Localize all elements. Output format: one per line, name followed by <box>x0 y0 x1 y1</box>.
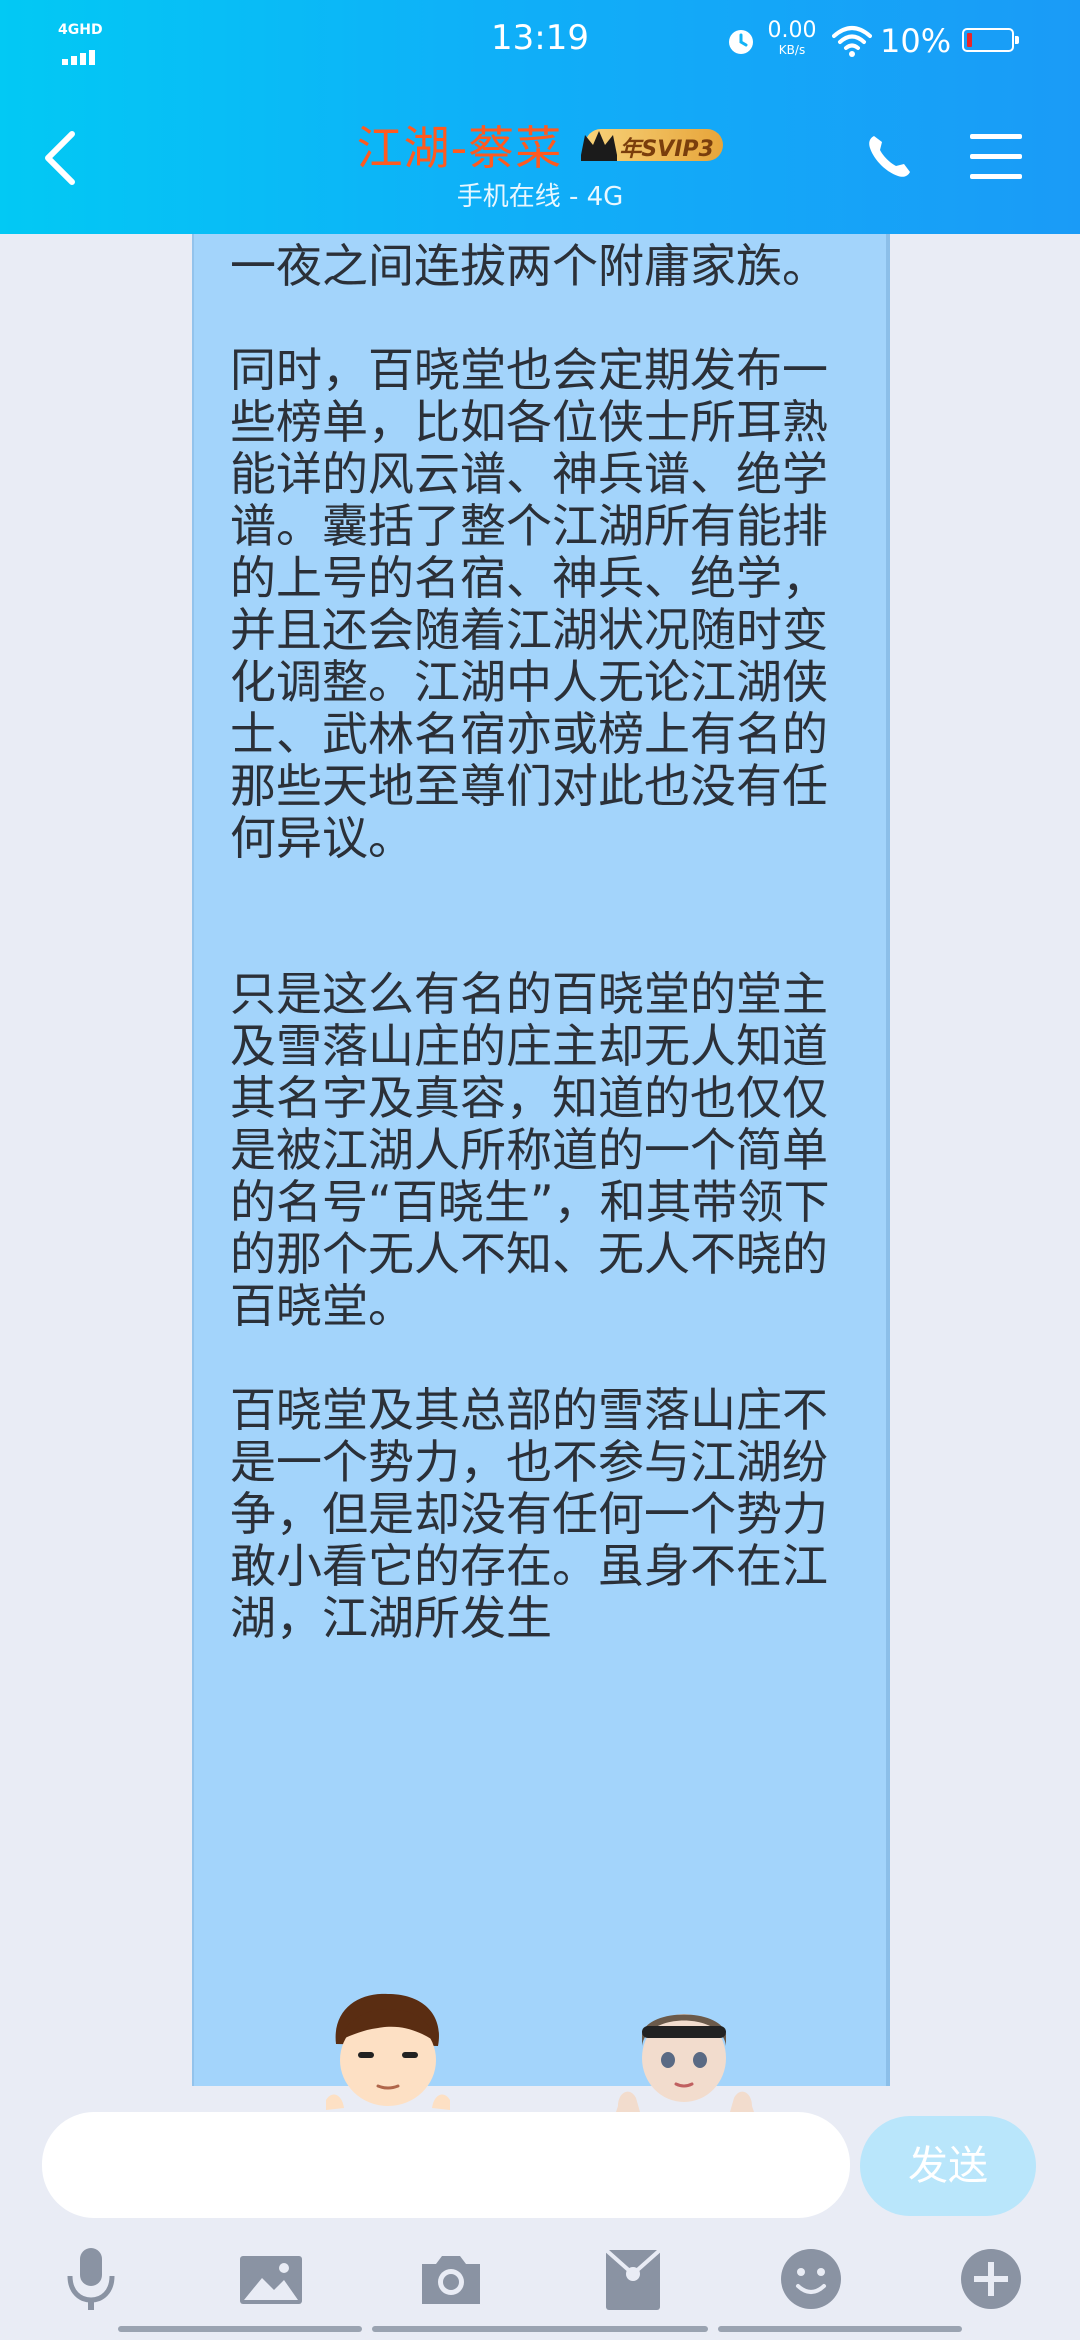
chat-header: 4GHD 13:19 0.00 KB/s 10% 江湖-蔡菜 年SVIP3 手机… <box>0 0 1080 234</box>
chat-area[interactable]: 晓堂的秘密据点想要得到藏剑们的情报却不想付钱被百晓堂一夜之间连拔两个附庸家族。 … <box>0 234 1080 2086</box>
network-speed-unit: KB/s <box>778 43 806 57</box>
message-paragraph: 百晓堂及其总部的雪落山庄不是一个势力，也不参与江湖纷争，但是却没有任何一个势力敢… <box>230 1383 828 1645</box>
message-paragraph: 同时，百晓堂也会定期发布一些榜单，比如各位侠士所耳熟能详的风云谱、神兵谱、绝学谱… <box>230 343 828 865</box>
plus-icon[interactable] <box>956 2244 1026 2314</box>
battery-icon <box>962 28 1019 52</box>
network-speed-value: 0.00 <box>767 18 817 43</box>
emoji-icon[interactable] <box>776 2244 846 2314</box>
message-paragraph: 只是这么有名的百晓堂的堂主及雪落山庄的庄主却无人知道其名字及真容，知道的也仅仅是… <box>230 967 830 1333</box>
message-paragraph: 晓堂的秘密据点想要得到藏剑们的情报却不想付钱被百晓堂一夜之间连拔两个附庸家族。 <box>230 234 828 293</box>
message-text: 晓堂的秘密据点想要得到藏剑们的情报却不想付钱被百晓堂一夜之间连拔两个附庸家族。 … <box>230 234 844 1696</box>
red-packet-icon[interactable] <box>598 2244 668 2314</box>
svip-badge: 年SVIP3 <box>577 123 724 167</box>
menu-icon[interactable] <box>970 132 1022 180</box>
message-input[interactable] <box>42 2112 850 2218</box>
contact-name: 江湖-蔡菜 <box>356 121 563 175</box>
battery-percent: 10% <box>880 22 952 60</box>
image-icon[interactable] <box>236 2244 306 2314</box>
status-bar: 4GHD 13:19 0.00 KB/s 10% <box>0 0 1080 80</box>
navigation-indicator[interactable] <box>118 2326 962 2334</box>
camera-icon[interactable] <box>416 2244 486 2314</box>
send-button[interactable]: 发送 <box>860 2116 1036 2216</box>
phone-call-icon[interactable] <box>862 130 916 184</box>
composer: 发送 <box>0 2086 1080 2218</box>
contact-title[interactable]: 江湖-蔡菜 年SVIP3 <box>0 112 1080 178</box>
online-status: 手机在线 - 4G <box>456 182 624 212</box>
network-speed: 0.00 KB/s <box>762 18 822 57</box>
alarm-clock-icon <box>729 30 753 54</box>
svip-label: 年SVIP3 <box>619 137 714 162</box>
crown-icon <box>581 131 618 161</box>
microphone-icon[interactable] <box>56 2244 126 2314</box>
wifi-icon <box>832 26 872 57</box>
input-toolbar <box>0 2206 1080 2340</box>
